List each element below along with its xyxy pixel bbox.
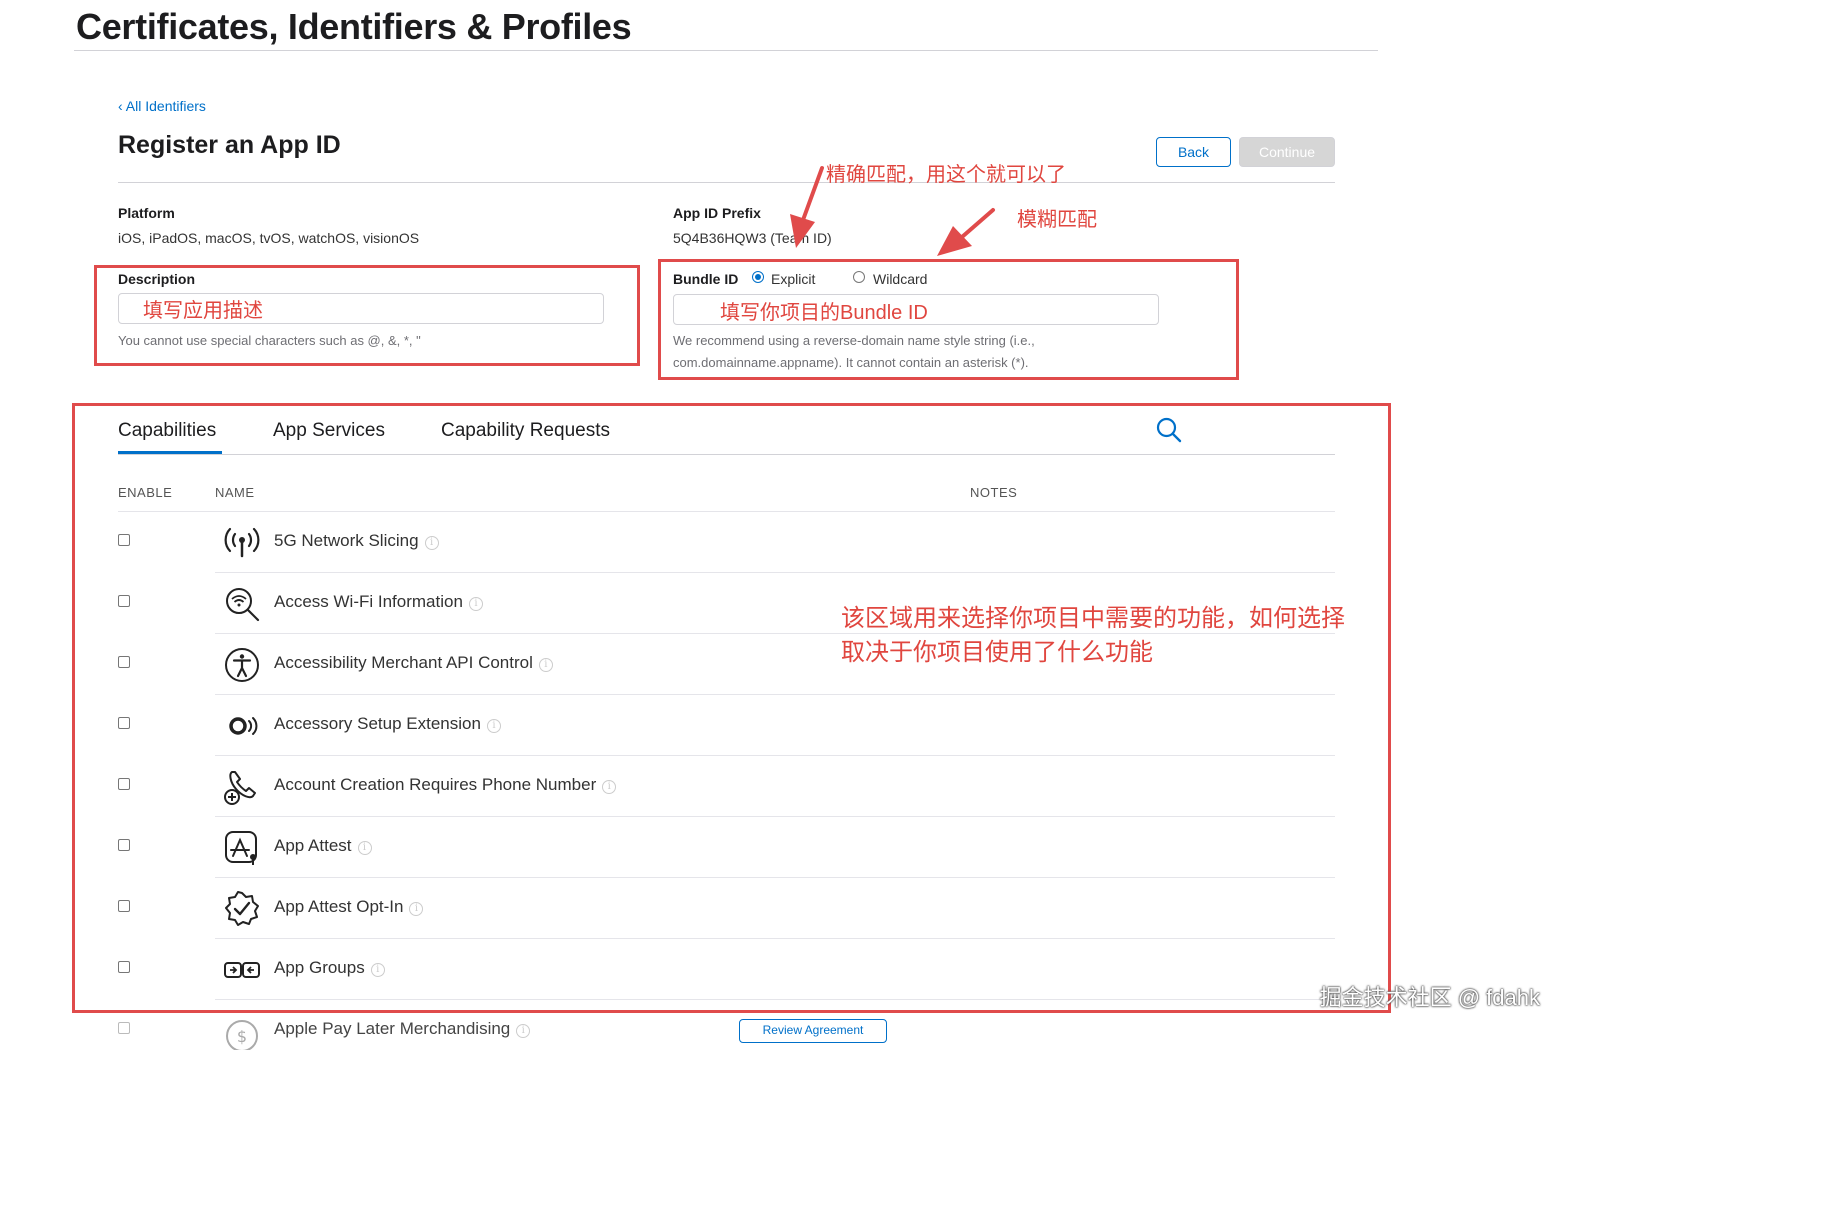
capabilities-annotation-line1: 该区域用来选择你项目中需要的功能，如何选择 [841, 605, 1345, 632]
platform-label: Platform [118, 205, 175, 221]
dollar-icon: $ [226, 1020, 258, 1050]
review-agreement-button[interactable]: Review Agreement [739, 1019, 887, 1043]
app-id-prefix-label: App ID Prefix [673, 205, 761, 221]
enable-checkbox[interactable] [118, 1022, 130, 1034]
section-title: Register an App ID [118, 131, 341, 159]
watermark: 掘金技术社区 @ fdahk [1319, 985, 1540, 1010]
app-id-prefix-value: 5Q4B36HQW3 (Team ID) [673, 230, 832, 246]
info-icon[interactable]: i [516, 1024, 531, 1038]
capabilities-highlight-box [72, 403, 1391, 1013]
description-annotation: 填写应用描述 [143, 300, 263, 322]
page-title: Certificates, Identifiers & Profiles [76, 6, 632, 47]
capabilities-annotation-line2: 取决于你项目使用了什么功能 [841, 639, 1153, 666]
platform-value: iOS, iPadOS, macOS, tvOS, watchOS, visio… [118, 230, 420, 246]
form-divider [118, 182, 1335, 183]
all-identifiers-link[interactable]: ‹ All Identifiers [118, 98, 206, 114]
title-divider [74, 50, 1378, 51]
wildcard-annotation: 模糊匹配 [1017, 209, 1097, 231]
capability-name: Apple Pay Later Merchandising [274, 1019, 511, 1038]
explicit-annotation: 精确匹配，用这个就可以了 [826, 164, 1066, 186]
bundle-id-annotation: 填写你项目的Bundle ID [720, 302, 928, 324]
svg-text:$: $ [237, 1027, 247, 1046]
wildcard-arrow [937, 208, 995, 256]
back-button[interactable]: Back [1156, 137, 1231, 167]
continue-button[interactable]: Continue [1239, 137, 1335, 167]
